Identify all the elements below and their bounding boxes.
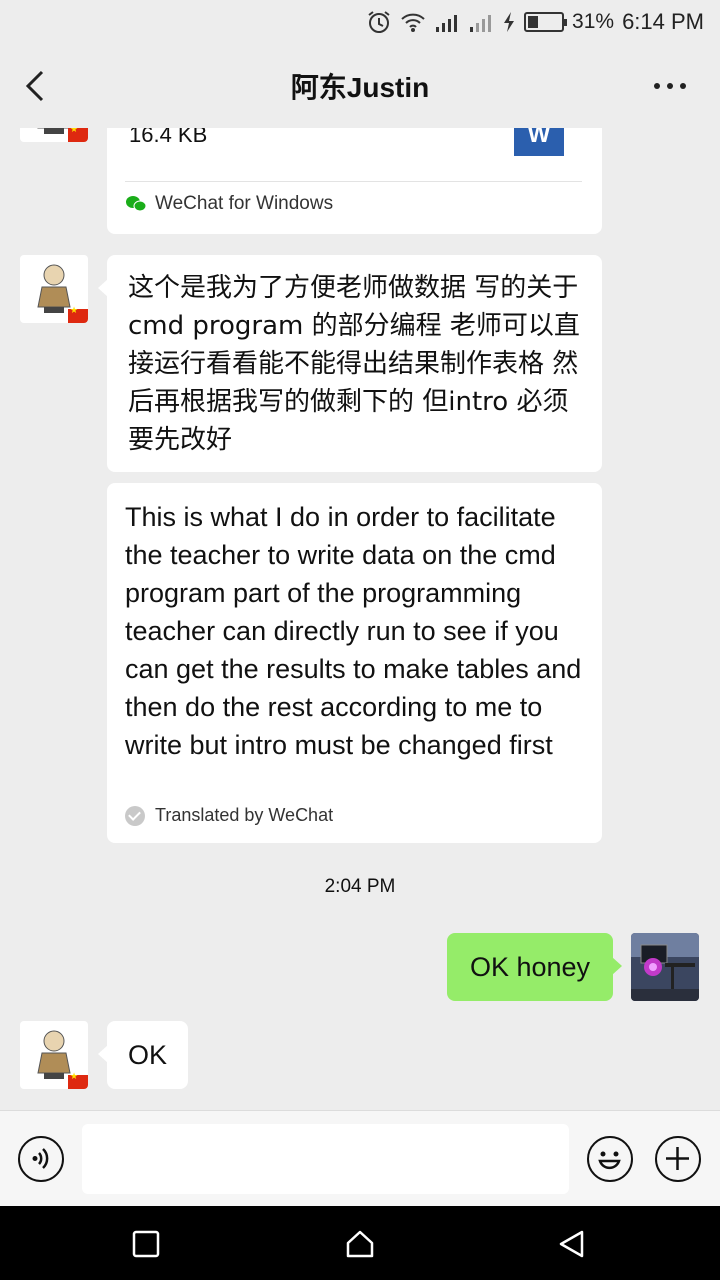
system-nav-bar: [0, 1206, 720, 1280]
back-nav-button[interactable]: [556, 1228, 588, 1260]
clock: 6:14 PM: [622, 9, 704, 34]
translated-by-label: Translated by WeChat: [155, 805, 334, 825]
more-options-button[interactable]: [654, 74, 694, 98]
alarm-icon: [368, 11, 390, 33]
file-message[interactable]: 16.4 KB W WeChat for Windows: [107, 128, 602, 234]
file-source: WeChat for Windows: [125, 193, 333, 215]
china-flag-icon: [68, 128, 88, 142]
avatar[interactable]: [20, 1021, 88, 1089]
word-document-icon: W: [514, 128, 564, 156]
battery-percent: 31%: [572, 10, 615, 33]
china-flag-icon: [68, 306, 88, 323]
status-icons: 31% 6:14 PM: [366, 8, 704, 36]
check-icon: [125, 805, 145, 826]
charging-icon: [504, 12, 515, 32]
signal-icon: [470, 15, 492, 32]
more-dot: [680, 83, 686, 89]
home-button[interactable]: [344, 1228, 376, 1260]
more-dots-icon: [654, 83, 660, 89]
input-bar: [0, 1110, 720, 1206]
chat-title: 阿东Justin: [290, 72, 430, 103]
file-size: 16.4 KB: [129, 128, 208, 147]
china-flag-icon: [68, 1072, 88, 1089]
wifi-icon: [401, 13, 425, 32]
translation-card[interactable]: This is what I do in order to facilitate…: [107, 483, 602, 843]
chat-header: 阿东Justin: [0, 44, 720, 128]
voice-button[interactable]: [18, 1136, 64, 1182]
signal-icon: [436, 15, 458, 32]
plus-icon: [666, 1147, 689, 1170]
recent-apps-icon: [132, 1230, 160, 1258]
emoji-button[interactable]: [587, 1136, 633, 1182]
message-timestamp: 2:04 PM: [324, 876, 396, 897]
translation-text: This is what I do in order to facilitate…: [125, 502, 582, 760]
chat-bubble-outgoing[interactable]: OK honey: [447, 933, 622, 1001]
translated-by: Translated by WeChat: [125, 805, 333, 826]
back-triangle-icon: [559, 1230, 584, 1258]
voice-icon: [32, 1148, 49, 1169]
my-avatar[interactable]: [631, 933, 699, 1001]
wechat-icon: [126, 196, 147, 212]
more-dot: [667, 83, 673, 89]
message-list[interactable]: 16.4 KB W WeChat for Windows 这个是我为了方便老师做…: [0, 128, 720, 1110]
file-source-label: WeChat for Windows: [155, 193, 334, 214]
avatar[interactable]: [20, 255, 88, 323]
battery-icon: [524, 12, 568, 32]
desk-photo-avatar-icon: [631, 933, 699, 1001]
battery-fill: [528, 16, 539, 28]
home-icon: [346, 1230, 374, 1258]
emoji-icon: [598, 1151, 621, 1170]
chat-bubble-incoming[interactable]: 这个是我为了方便老师做数据 写的关于cmd program 的部分编程 老师可以…: [98, 255, 602, 472]
recent-apps-button[interactable]: [130, 1228, 162, 1260]
more-features-button[interactable]: [655, 1136, 701, 1182]
divider: [125, 181, 582, 182]
chat-bubble-incoming[interactable]: OK: [98, 1021, 188, 1089]
status-bar: 31% 6:14 PM: [0, 0, 720, 44]
avatar[interactable]: [20, 128, 88, 142]
message-input[interactable]: [82, 1124, 569, 1194]
